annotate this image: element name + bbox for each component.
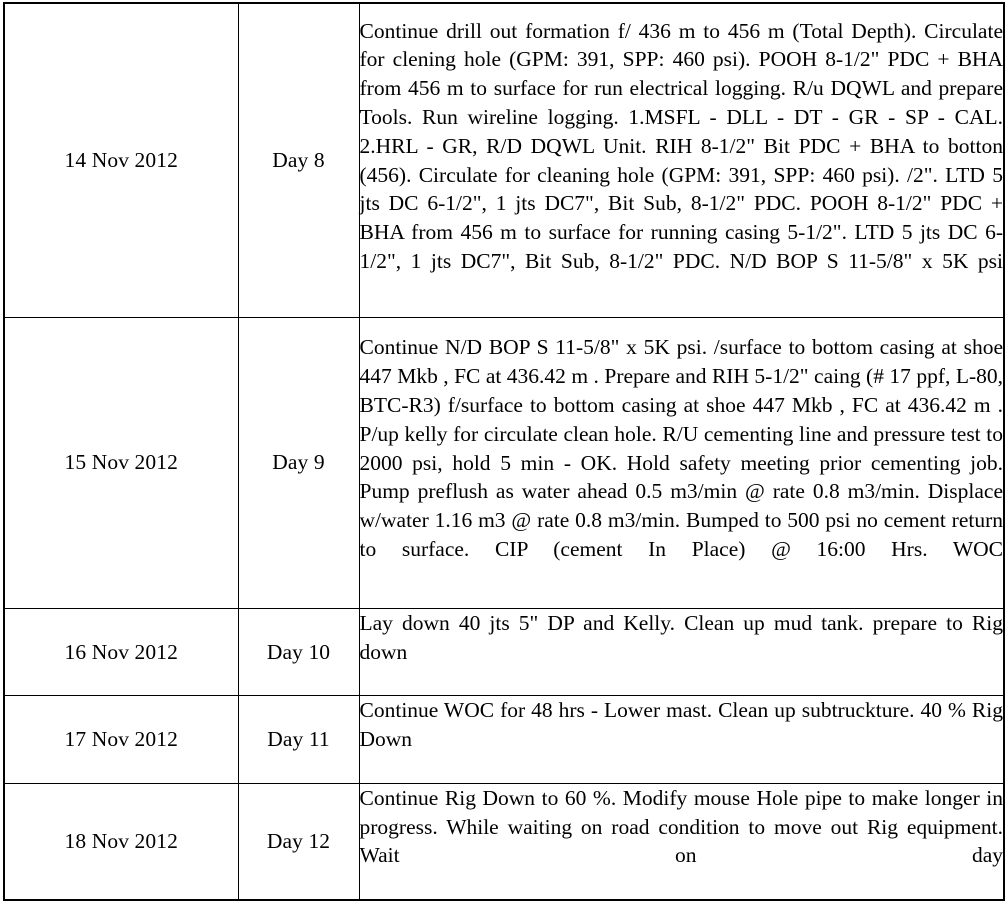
document-page: 14 Nov 2012 Day 8 Continue drill out for… <box>0 0 1008 901</box>
cell-day: Day 12 <box>237 782 360 901</box>
description-text: Continue drill out formation f/ 436 m to… <box>359 18 1004 273</box>
cell-description: Continue Rig Down to 60 %. Modify mouse … <box>358 782 1005 901</box>
date-value: 16 Nov 2012 <box>64 639 178 664</box>
description-text: Continue WOC for 48 hrs - Lower mast. Cl… <box>359 698 1004 752</box>
cell-day: Day 9 <box>237 317 360 609</box>
table-row: 17 Nov 2012 Day 11 Continue WOC for 48 h… <box>3 695 1005 784</box>
cell-date: 16 Nov 2012 <box>3 607 239 697</box>
cell-day: Day 8 <box>237 2 360 318</box>
description-text: Continue N/D BOP S 11-5/8" x 5K psi. /su… <box>359 335 1004 561</box>
date-value: 15 Nov 2012 <box>64 450 178 475</box>
description-text: Continue Rig Down to 60 %. Modify mouse … <box>359 785 1004 868</box>
day-value: Day 8 <box>272 147 325 172</box>
cell-date: 17 Nov 2012 <box>3 695 239 784</box>
day-value: Day 9 <box>272 450 325 475</box>
table-row: 18 Nov 2012 Day 12 Continue Rig Down to … <box>3 782 1005 901</box>
cell-description: Continue N/D BOP S 11-5/8" x 5K psi. /su… <box>358 317 1005 609</box>
cell-description: Lay down 40 jts 5" DP and Kelly. Clean u… <box>358 607 1005 697</box>
cell-date: 14 Nov 2012 <box>3 2 239 318</box>
table-row: 15 Nov 2012 Day 9 Continue N/D BOP S 11-… <box>3 317 1005 609</box>
day-value: Day 10 <box>266 639 331 664</box>
date-value: 14 Nov 2012 <box>64 147 178 172</box>
description-text: Lay down 40 jts 5" DP and Kelly. Clean u… <box>359 611 1004 664</box>
cell-day: Day 11 <box>237 695 360 784</box>
cell-day: Day 10 <box>237 607 360 697</box>
date-value: 17 Nov 2012 <box>64 726 178 751</box>
cell-description: Continue WOC for 48 hrs - Lower mast. Cl… <box>358 695 1005 784</box>
table-row: 14 Nov 2012 Day 8 Continue drill out for… <box>3 2 1005 318</box>
day-value: Day 11 <box>267 726 330 751</box>
cell-date: 15 Nov 2012 <box>3 317 239 609</box>
table-row: 16 Nov 2012 Day 10 Lay down 40 jts 5" DP… <box>3 607 1005 697</box>
cell-description: Continue drill out formation f/ 436 m to… <box>358 2 1005 318</box>
table-body: 14 Nov 2012 Day 8 Continue drill out for… <box>3 2 1005 901</box>
cell-date: 18 Nov 2012 <box>3 782 239 901</box>
daily-drilling-report-table: 14 Nov 2012 Day 8 Continue drill out for… <box>3 2 1005 901</box>
